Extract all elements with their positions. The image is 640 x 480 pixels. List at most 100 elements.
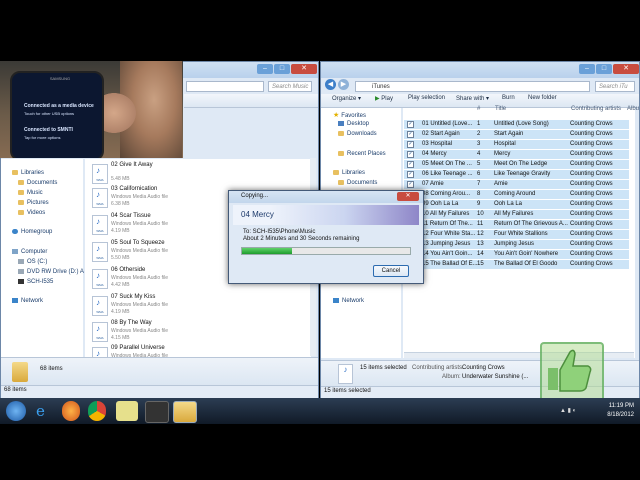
firefox-icon[interactable] [62,401,80,421]
desktop-icon [338,121,344,126]
play-button[interactable]: ▶ Play [375,95,393,102]
row-checkbox[interactable]: ✓ [407,121,414,128]
row-number: 4 [477,151,481,157]
left-nav-libraries[interactable]: Libraries [12,170,44,176]
left-nav-music[interactable]: Music [18,190,43,196]
organize-menu[interactable]: Organize ▾ [332,95,361,102]
row-name: 14 You Ain't Goin... [422,251,473,257]
right-minimize-button[interactable]: – [579,64,595,74]
wma-icon-label: WMA [96,283,104,287]
row-artist: Counting Crows [570,161,613,167]
left-nav-pictures[interactable]: Pictures [18,200,49,206]
file-item[interactable]: WMA 05 Soul To Squeeze Windows Media Aud… [92,240,192,268]
table-row[interactable]: ✓ 03 Hospital 3 Hospital Counting Crows [404,140,629,149]
left-minimize-button[interactable]: – [257,64,273,74]
left-nav-label: Homegroup [21,229,53,236]
cancel-button[interactable]: Cancel [373,265,409,277]
share-with-menu[interactable]: Share with ▾ [456,95,489,102]
file-name: 02 Give It Away [111,162,153,168]
right-nav-libraries[interactable]: Libraries [333,170,365,176]
ie-icon[interactable]: e [32,401,54,421]
row-number: 14 [477,251,484,257]
row-checkbox[interactable]: ✓ [407,181,414,188]
column-header-number[interactable]: # [477,106,480,112]
row-checkbox[interactable]: ✓ [407,131,414,138]
table-row[interactable]: ✓13 Jumping Jesus13Jumping JesusCounting… [404,240,629,249]
table-row[interactable]: ✓10 All My Failures10All My FailuresCoun… [404,210,629,219]
left-address-bar[interactable] [186,81,264,92]
table-row[interactable]: ✓ 04 Mercy 4 Mercy Counting Crows [404,150,629,159]
play-selection-button[interactable]: Play selection [408,95,445,101]
explorer-icon[interactable] [173,401,197,423]
row-name: 15 The Ballad Of E... [422,261,478,267]
left-nav-phone[interactable]: SCH-I535 [18,279,53,285]
copy-dialog-close-button[interactable]: ✕ [397,192,419,201]
table-row[interactable]: ✓ 06 Like Teenage ... 6 Like Teenage Gravit… [404,170,629,179]
left-nav-documents[interactable]: Documents [18,180,57,186]
file-item[interactable]: 09 Parallel Universe Windows Media Audio… [92,345,192,359]
new-folder-button[interactable]: New folder [528,95,557,101]
right-status-text: 15 items selected [324,388,371,394]
table-row[interactable]: ✓15 The Ballad Of E...15The Ballad Of El… [404,260,629,269]
notes-icon[interactable] [116,401,138,421]
table-row[interactable]: ✓ 07 Amie 7 Amie Counting Crows [404,180,629,189]
nav-label: Downloads [347,131,377,138]
play-label: Play [381,96,393,102]
left-nav-dvd-drive[interactable]: DVD RW Drive (D:) A [18,269,84,275]
right-maximize-button[interactable]: □ [596,64,612,74]
clock-time[interactable]: 11:19 PM [600,403,634,409]
table-row[interactable]: ✓14 You Ain't Goin...14You Ain't Goin' N… [404,250,629,259]
chrome-icon[interactable] [88,401,106,421]
right-nav-network[interactable]: Network [333,298,364,304]
right-nav-documents[interactable]: Documents [338,180,377,186]
right-close-button[interactable]: ✕ [613,64,639,74]
right-address-bar[interactable]: iTunes [355,81,590,92]
left-nav-videos[interactable]: Videos [18,210,45,216]
file-item[interactable]: WMA 04 Scar Tissue Windows Media Audio f… [92,213,192,241]
row-checkbox[interactable]: ✓ [407,141,414,148]
right-search-input[interactable]: Search iTu [595,81,635,92]
file-item[interactable]: WMA 06 Otherside Windows Media Audio fil… [92,267,192,295]
right-nav-desktop[interactable]: Desktop [338,121,369,127]
start-button[interactable] [6,401,26,421]
burn-button[interactable]: Burn [502,95,515,101]
forward-button[interactable]: ▶ [338,79,349,90]
row-title: Return Of The Grievous A... [494,221,568,227]
left-nav-network[interactable]: Network [12,298,43,304]
table-row[interactable]: ✓08 Coming Arou...8Coming AroundCounting… [404,190,629,199]
tray-icons[interactable]: ▲ ▮ ◐ [560,407,600,415]
row-checkbox[interactable]: ✓ [407,151,414,158]
right-nav-downloads[interactable]: Downloads [338,131,377,137]
left-maximize-button[interactable]: □ [274,64,290,74]
table-row[interactable]: ✓ 01 Untitled (Love... 1 Untitled (Love Son… [404,120,629,129]
favorites-header[interactable]: ★ Favorites [333,111,366,119]
file-type: Windows Media Audio file [111,248,168,254]
right-nav-recent-places[interactable]: Recent Places [338,151,386,157]
left-nav-computer[interactable]: Computer [12,249,47,255]
pictures-icon [18,200,24,205]
left-close-button[interactable]: ✕ [291,64,317,74]
table-row[interactable]: ✓12 Four White Sta...12Four White Stalli… [404,230,629,239]
file-item[interactable]: WMA 07 Suck My Kiss Windows Media Audio … [92,294,192,322]
left-nav-os-drive[interactable]: OS (C:) [18,259,47,265]
row-number: 10 [477,211,484,217]
row-checkbox[interactable]: ✓ [407,171,414,178]
back-button[interactable]: ◀ [325,79,336,90]
column-header-artist[interactable]: Contributing artists [571,106,621,112]
column-header-title[interactable]: Title [495,106,506,112]
column-header-album[interactable]: Albu [627,106,639,112]
table-row[interactable]: ✓ 02 Start Again 2 Start Again Counting Crow… [404,130,629,139]
downloads-icon [338,131,344,136]
file-item[interactable]: WMA 08 By The Way Windows Media Audio fi… [92,320,192,348]
file-item[interactable]: WMA 03 Californication Windows Media Aud… [92,186,192,214]
row-title: Like Teenage Gravity [494,171,551,177]
clock-date[interactable]: 8/18/2012 [600,412,634,418]
table-row[interactable]: ✓ 05 Meet On The ... 5 Meet On The Ledge Cou… [404,160,629,169]
media-icon[interactable] [145,401,169,423]
table-row[interactable]: ✓11 Return Of The...11Return Of The Grie… [404,220,629,229]
left-nav-homegroup[interactable]: Homegroup [12,229,52,235]
row-checkbox[interactable]: ✓ [407,161,414,168]
left-search-input[interactable]: Search Music [268,81,312,92]
table-row[interactable]: ✓09 Ooh La La9Ooh La LaCounting Crows [404,200,629,209]
music-file-icon: ♪ [338,364,353,384]
